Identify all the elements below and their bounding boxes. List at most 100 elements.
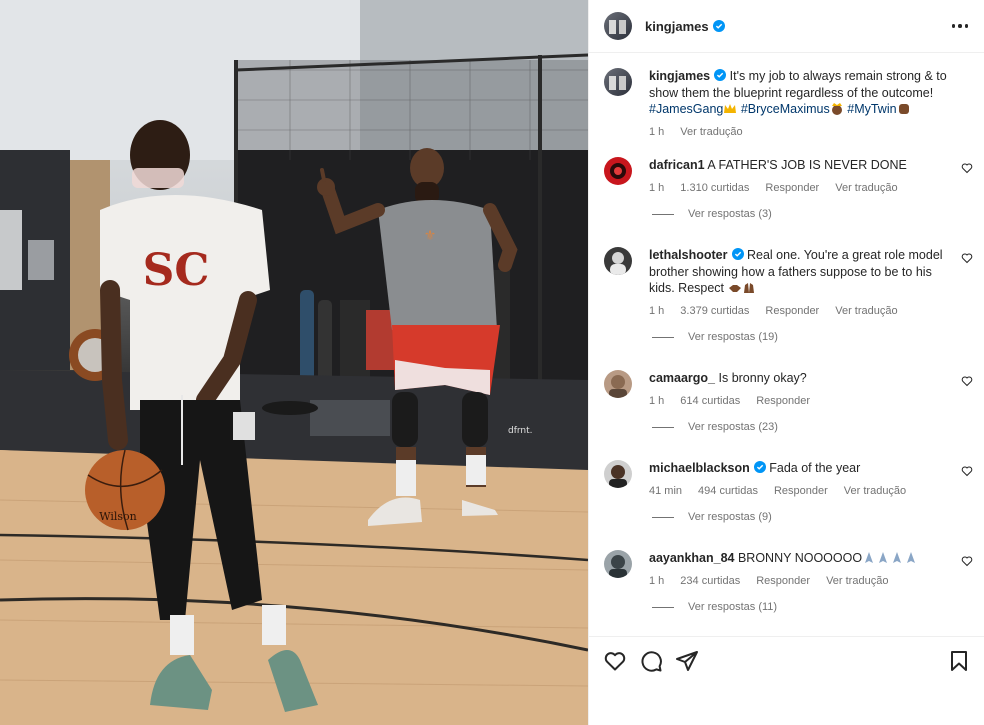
reply-button[interactable]: Responder <box>774 483 828 500</box>
author-username[interactable]: kingjames <box>645 19 709 34</box>
replies-divider <box>652 516 674 518</box>
more-dot-icon <box>958 24 962 28</box>
comment-item: dafrican1 A FATHER'S JOB IS NEVER DONE 1… <box>604 157 975 220</box>
post-header: kingjames <box>589 0 984 53</box>
comment-time: 41 min <box>649 484 683 497</box>
verified-badge-icon <box>712 20 725 32</box>
comment-username[interactable]: camaargo_ <box>649 371 715 385</box>
commenter-avatar[interactable] <box>604 157 632 185</box>
view-replies-label: Ver respostas (11) <box>688 601 778 613</box>
reply-button[interactable]: Responder <box>765 180 819 197</box>
like-comment-heart-icon[interactable] <box>961 555 973 567</box>
comment-item: camaargo_ Is bronny okay? 1 h 614 curtid… <box>604 370 975 433</box>
comment-item: lethalshooter Real one. You're a great r… <box>604 247 975 343</box>
ball-lettering: Wilson <box>99 510 137 523</box>
commenter-avatar[interactable] <box>604 460 632 488</box>
crown-emoji-icon <box>724 104 737 113</box>
comment-time: 1 h <box>649 394 665 407</box>
svg-text:⚜: ⚜ <box>424 228 437 244</box>
reply-button[interactable]: Responder <box>756 393 810 410</box>
see-translation-link[interactable]: Ver tradução <box>835 180 897 197</box>
handshake-emoji-icon <box>728 285 741 292</box>
replies-divider <box>652 213 674 215</box>
author-avatar[interactable] <box>604 68 632 96</box>
like-heart-icon[interactable] <box>603 649 627 673</box>
hashtag-link[interactable]: #JamesGang <box>649 102 723 116</box>
author-avatar[interactable] <box>604 12 632 40</box>
folded-hands-emoji-icon <box>879 552 888 563</box>
comment-username[interactable]: lethalshooter <box>649 248 728 262</box>
caption-username[interactable]: kingjames <box>649 69 710 83</box>
replies-divider <box>652 426 674 428</box>
verified-badge-icon <box>714 69 727 81</box>
see-translation-link[interactable]: Ver tradução <box>835 303 897 320</box>
replies-divider <box>652 606 674 608</box>
see-translation-link[interactable]: Ver tradução <box>826 573 888 590</box>
verified-badge-icon <box>753 461 766 473</box>
fist-emoji-icon <box>898 104 909 114</box>
more-dot-icon <box>964 24 968 28</box>
caption-time: 1 h <box>649 125 665 138</box>
post-photo[interactable]: ⚜ SC Wilson dfrnt. <box>0 0 588 725</box>
folded-hands-emoji-icon <box>907 552 916 563</box>
comment-time: 1 h <box>649 181 665 194</box>
see-translation-link[interactable]: Ver tradução <box>680 124 742 141</box>
view-replies-button[interactable]: Ver respostas (19) <box>652 331 975 343</box>
comment-username[interactable]: michaelblackson <box>649 461 750 475</box>
replies-divider <box>652 336 674 338</box>
hashtag-link[interactable]: #MyTwin <box>847 102 896 116</box>
comment-text: Is bronny okay? <box>718 371 807 385</box>
commenter-avatar[interactable] <box>604 247 632 275</box>
view-replies-label: Ver respostas (3) <box>688 208 772 220</box>
comment-likes[interactable]: 234 curtidas <box>680 573 740 590</box>
view-replies-button[interactable]: Ver respostas (3) <box>652 208 975 220</box>
folded-hands-emoji-icon <box>865 552 874 563</box>
like-comment-heart-icon[interactable] <box>961 252 973 264</box>
comment-time: 1 h <box>649 574 665 587</box>
commenter-avatar[interactable] <box>604 550 632 578</box>
comment-bubble-icon[interactable] <box>639 649 663 673</box>
comment-username[interactable]: dafrican1 <box>649 158 705 172</box>
comment-likes[interactable]: 1.310 curtidas <box>680 180 749 197</box>
comments-list[interactable]: kingjames It's my job to always remain s… <box>589 53 984 636</box>
view-replies-label: Ver respostas (23) <box>688 421 778 433</box>
post-actions-bar <box>589 636 984 725</box>
view-replies-button[interactable]: Ver respostas (9) <box>652 511 975 523</box>
comment-item: michaelblackson Fada of the year 41 min … <box>604 460 975 523</box>
shirt-lettering: SC <box>143 245 210 296</box>
view-replies-button[interactable]: Ver respostas (23) <box>652 421 975 433</box>
see-translation-link[interactable]: Ver tradução <box>844 483 906 500</box>
raised-hands-emoji-icon <box>743 283 754 293</box>
crowned-face-emoji-icon <box>831 103 842 115</box>
save-bookmark-icon[interactable] <box>947 649 971 673</box>
more-options-button[interactable] <box>950 18 971 34</box>
post-caption: kingjames It's my job to always remain s… <box>604 68 965 140</box>
basketball-training-photo: ⚜ SC Wilson dfrnt. <box>0 0 588 725</box>
instagram-post-modal: ⚜ SC Wilson dfrnt. kingjames kingjames I… <box>0 0 984 725</box>
like-comment-heart-icon[interactable] <box>961 162 973 174</box>
reply-button[interactable]: Responder <box>756 573 810 590</box>
share-paper-plane-icon[interactable] <box>675 649 699 673</box>
post-details-panel: kingjames kingjames It's my job to alway… <box>588 0 984 725</box>
comment-text: BRONNY NOOOOOO <box>737 551 863 565</box>
like-comment-heart-icon[interactable] <box>961 375 973 387</box>
more-dot-icon <box>951 24 955 28</box>
comment-text: Fada of the year <box>769 461 861 475</box>
mat-lettering: dfrnt. <box>508 426 533 436</box>
view-replies-label: Ver respostas (19) <box>688 331 778 343</box>
like-comment-heart-icon[interactable] <box>961 465 973 477</box>
reply-button[interactable]: Responder <box>765 303 819 320</box>
comment-likes[interactable]: 3.379 curtidas <box>680 303 749 320</box>
commenter-avatar[interactable] <box>604 370 632 398</box>
view-replies-button[interactable]: Ver respostas (11) <box>652 601 975 613</box>
comment-item: aayankhan_84 BRONNY NOOOOOO 1 h 234 curt… <box>604 550 975 613</box>
comment-time: 1 h <box>649 304 665 317</box>
verified-badge-icon <box>731 248 744 260</box>
comment-likes[interactable]: 614 curtidas <box>680 393 740 410</box>
view-replies-label: Ver respostas (9) <box>688 511 772 523</box>
folded-hands-emoji-icon <box>893 552 902 563</box>
comment-text: A FATHER'S JOB IS NEVER DONE <box>707 158 907 172</box>
comment-likes[interactable]: 494 curtidas <box>698 483 758 500</box>
comment-username[interactable]: aayankhan_84 <box>649 551 734 565</box>
hashtag-link[interactable]: #BryceMaximus <box>741 102 830 116</box>
